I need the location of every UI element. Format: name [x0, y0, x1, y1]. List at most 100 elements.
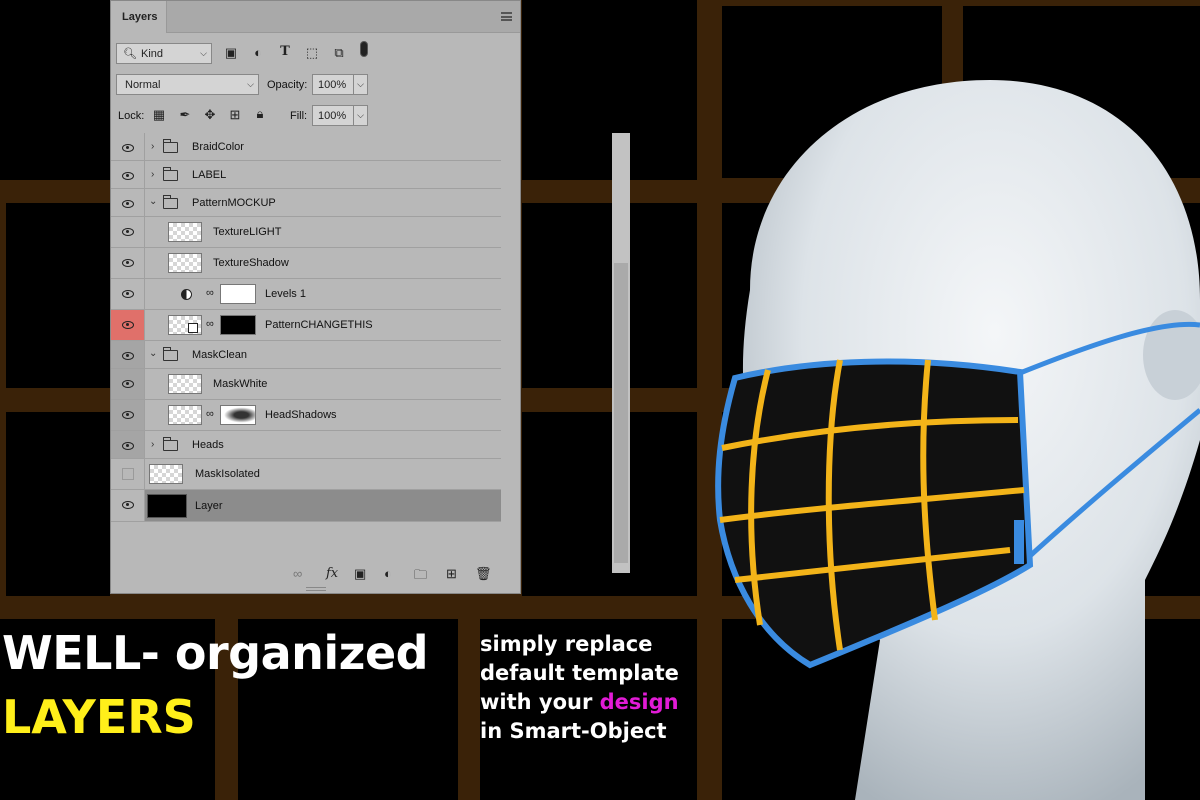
- visibility-toggle[interactable]: [111, 369, 145, 399]
- visibility-toggle[interactable]: [111, 431, 145, 458]
- add-mask-icon[interactable]: ▣: [354, 566, 366, 582]
- layer-name: Levels 1: [265, 288, 306, 300]
- link-layers-icon[interactable]: ∞: [293, 566, 302, 581]
- filter-kind-value: Kind: [141, 48, 164, 60]
- visibility-toggle[interactable]: [111, 310, 145, 340]
- tab-layers[interactable]: Layers: [111, 1, 167, 33]
- hidden-visibility-box: [122, 468, 134, 480]
- layer-row[interactable]: ⌄ MaskClean: [111, 341, 501, 369]
- eye-icon: [122, 442, 134, 450]
- chevron-down-icon[interactable]: ⌵: [353, 106, 367, 125]
- chevron-down-icon[interactable]: ⌵: [353, 75, 367, 94]
- visibility-toggle[interactable]: [111, 490, 145, 521]
- visibility-toggle[interactable]: [111, 189, 145, 216]
- layer-name: MaskClean: [192, 349, 248, 361]
- layer-mask-thumbnail: [220, 315, 256, 335]
- layer-row[interactable]: MaskWhite: [111, 369, 501, 400]
- scroll-thumb[interactable]: [614, 263, 628, 563]
- smart-object-filter-icon[interactable]: ⧉: [330, 45, 348, 61]
- promo-headline-layers: LAYERS: [2, 690, 196, 744]
- lock-artboard-icon[interactable]: ⊞: [226, 107, 244, 123]
- layer-row[interactable]: ∞ Levels 1: [111, 279, 501, 310]
- eye-icon: [122, 501, 134, 509]
- layer-row[interactable]: TextureShadow: [111, 248, 501, 279]
- chevron-right-icon[interactable]: ›: [151, 169, 154, 180]
- search-icon: 🔍︎: [123, 48, 137, 60]
- smart-object-badge-icon: [188, 323, 198, 333]
- layer-row[interactable]: ⌄ PatternMOCKUP: [111, 189, 501, 217]
- layer-row[interactable]: › LABEL: [111, 161, 501, 189]
- chevron-down-icon[interactable]: ⌄: [149, 348, 157, 359]
- pixel-filter-icon[interactable]: ▣: [222, 45, 240, 61]
- link-icon[interactable]: ∞: [206, 408, 214, 420]
- lock-label: Lock:: [118, 110, 145, 122]
- shape-filter-icon[interactable]: ⬚: [303, 45, 321, 61]
- link-icon[interactable]: ∞: [206, 287, 214, 299]
- eye-icon: [122, 411, 134, 419]
- layer-name: BraidColor: [192, 141, 244, 153]
- eye-icon: [122, 321, 134, 329]
- layer-name: PatternCHANGETHIS: [265, 319, 373, 331]
- layer-thumbnail: [147, 494, 187, 518]
- link-icon[interactable]: ∞: [206, 318, 214, 330]
- visibility-toggle[interactable]: [111, 161, 145, 188]
- eye-icon: [122, 200, 134, 208]
- promo-line: simply replace: [480, 632, 653, 656]
- new-adjustment-icon[interactable]: ◐: [384, 566, 392, 581]
- layer-row[interactable]: ∞ HeadShadows: [111, 400, 501, 431]
- chevron-right-icon[interactable]: ›: [151, 141, 154, 152]
- visibility-toggle[interactable]: [111, 279, 145, 309]
- chevron-right-icon[interactable]: ›: [151, 439, 154, 450]
- layer-row[interactable]: ∞ PatternCHANGETHIS: [111, 310, 501, 341]
- visibility-toggle[interactable]: [111, 133, 145, 160]
- visibility-toggle[interactable]: [111, 400, 145, 430]
- fill-input[interactable]: 100% ⌵: [312, 105, 368, 126]
- visibility-toggle[interactable]: [111, 459, 145, 489]
- layer-name: HeadShadows: [265, 409, 337, 421]
- layers-list: › BraidColor › LABEL ⌄ PatternMOCKUP Tex…: [111, 133, 501, 522]
- lock-transparency-icon[interactable]: ▦: [150, 107, 168, 123]
- eye-icon: [122, 259, 134, 267]
- levels-adjustment-icon: [181, 289, 192, 300]
- blend-mode-select[interactable]: Normal ⌵: [116, 74, 259, 95]
- filter-toggle-icon[interactable]: [360, 41, 368, 57]
- lock-all-icon[interactable]: 🔒︎: [251, 106, 269, 122]
- new-group-icon[interactable]: 🗀︎: [414, 566, 427, 588]
- chevron-down-icon: ⌵: [247, 79, 254, 89]
- layer-row[interactable]: TextureLIGHT: [111, 217, 501, 248]
- type-filter-icon[interactable]: T: [276, 44, 294, 59]
- folder-icon: [163, 437, 178, 451]
- layer-name: Heads: [192, 439, 224, 451]
- opacity-input[interactable]: 100% ⌵: [312, 74, 368, 95]
- lock-paint-icon[interactable]: ✒: [176, 107, 194, 123]
- visibility-toggle[interactable]: [111, 248, 145, 278]
- fx-icon[interactable]: fx: [326, 566, 338, 581]
- adjustment-filter-icon[interactable]: ◐: [249, 45, 267, 60]
- chevron-down-icon[interactable]: ⌄: [149, 196, 157, 207]
- layer-row[interactable]: › Heads: [111, 431, 501, 459]
- layer-name: MaskIsolated: [195, 468, 260, 480]
- layer-row-selected[interactable]: Layer: [111, 490, 501, 522]
- layer-name: TextureLIGHT: [213, 226, 282, 238]
- panel-menu-icon[interactable]: [501, 12, 512, 21]
- layer-row[interactable]: MaskIsolated: [111, 459, 501, 490]
- lock-position-icon[interactable]: ✥: [201, 107, 219, 123]
- layer-name: MaskWhite: [213, 378, 268, 390]
- resize-grip[interactable]: [306, 587, 326, 591]
- layer-mask-thumbnail: [220, 284, 256, 304]
- promo-highlight: design: [599, 690, 679, 714]
- layers-scrollbar[interactable]: [612, 133, 630, 573]
- layer-row[interactable]: › BraidColor: [111, 133, 501, 161]
- filter-kind-select[interactable]: 🔍︎ Kind ⌵: [116, 43, 212, 64]
- layers-panel: Layers 🔍︎ Kind ⌵ ▣ ◐ T ⬚ ⧉ Normal ⌵ Opac…: [110, 0, 630, 594]
- visibility-toggle[interactable]: [111, 341, 145, 368]
- new-layer-icon[interactable]: ⊞: [446, 566, 457, 582]
- layer-name: Layer: [195, 500, 223, 512]
- trash-icon[interactable]: 🗑︎: [475, 566, 492, 582]
- promo-line: with your design: [480, 688, 679, 717]
- layer-thumbnail: [168, 253, 202, 273]
- panel-tab-bar: Layers: [111, 1, 520, 33]
- layer-thumbnail: [168, 374, 202, 394]
- eye-icon: [122, 290, 134, 298]
- visibility-toggle[interactable]: [111, 217, 145, 247]
